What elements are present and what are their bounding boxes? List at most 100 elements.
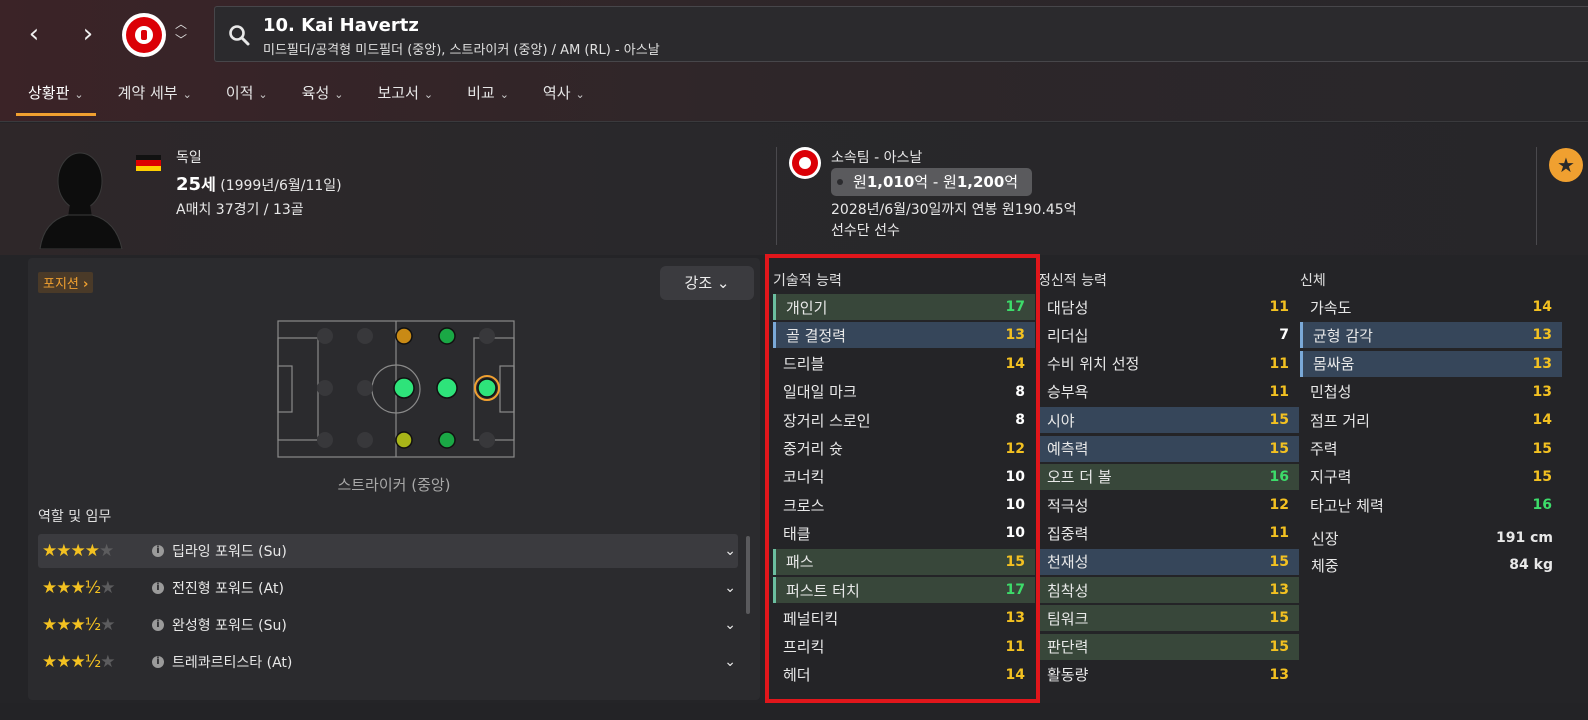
- attribute-row[interactable]: 태클 10: [773, 520, 1035, 546]
- position-dot: [438, 327, 456, 345]
- player-switcher[interactable]: ︿ ﹀: [172, 16, 190, 48]
- favourite-star-icon[interactable]: ★: [1549, 148, 1583, 182]
- attribute-name: 예측력: [1047, 440, 1089, 458]
- positions-link[interactable]: 포지션 ›: [38, 272, 94, 293]
- attribute-row[interactable]: 집중력 11: [1037, 520, 1299, 546]
- attribute-row[interactable]: 천재성 15: [1037, 548, 1299, 575]
- attribute-row[interactable]: 오프 더 볼 16: [1037, 463, 1299, 490]
- attribute-row[interactable]: 중거리 슛 12: [773, 436, 1035, 462]
- role-row[interactable]: ★★★★★ i 딥라잉 포워드 (Su) ⌄: [38, 534, 738, 568]
- tab-development[interactable]: 육성 ⌄: [290, 80, 356, 116]
- chevron-down-icon: ⌄: [716, 274, 730, 292]
- attribute-row[interactable]: 승부욕 11: [1037, 379, 1299, 405]
- star-rating: ★★★½★: [42, 578, 115, 598]
- attribute-value: 11: [1269, 355, 1289, 372]
- attribute-row[interactable]: 헤더 14: [773, 662, 1035, 688]
- attribute-row[interactable]: 골 결정력 13: [773, 322, 1035, 349]
- attribute-name: 코너킥: [783, 468, 825, 487]
- scrollbar[interactable]: [746, 536, 750, 614]
- attribute-value: 15: [1269, 610, 1289, 627]
- tab-transfer[interactable]: 이적 ⌄: [214, 80, 280, 116]
- attribute-row[interactable]: 퍼스트 터치 17: [773, 577, 1035, 603]
- header: ‹ › ︿ ﹀ 10. Kai Havertz 미드필더/공격형 미드필더 (중…: [0, 0, 1588, 122]
- attribute-row[interactable]: 가속도 14: [1300, 294, 1562, 320]
- club-crest-icon[interactable]: [789, 147, 821, 179]
- attribute-name: 수비 위치 선정: [1047, 355, 1140, 374]
- attribute-row[interactable]: 개인기 17: [773, 294, 1035, 320]
- attribute-row[interactable]: 균형 감각 13: [1300, 322, 1562, 349]
- attribute-row[interactable]: 코너킥 10: [773, 464, 1035, 490]
- club-badge[interactable]: [122, 13, 166, 57]
- position-dot: [395, 431, 413, 449]
- squad-status: 선수단 선수: [831, 223, 900, 239]
- chevron-down-icon[interactable]: ⌄: [724, 654, 736, 670]
- attribute-value: 13: [1532, 355, 1552, 372]
- search-bar[interactable]: 10. Kai Havertz 미드필더/공격형 미드필더 (중앙), 스트라이…: [214, 6, 1588, 62]
- attribute-value: 14: [1005, 666, 1025, 683]
- attribute-row[interactable]: 침착성 13: [1037, 577, 1299, 603]
- attribute-row[interactable]: 드리블 14: [773, 351, 1035, 377]
- chevron-down-icon[interactable]: ﹀: [172, 32, 190, 48]
- forward-button[interactable]: ›: [68, 14, 108, 54]
- attribute-row[interactable]: 리더십 7: [1037, 322, 1299, 348]
- attribute-name: 대담성: [1047, 298, 1089, 317]
- attribute-row[interactable]: 적극성 12: [1037, 492, 1299, 518]
- attribute-row[interactable]: 팀워크 15: [1037, 605, 1299, 632]
- attribute-row[interactable]: 주력 15: [1300, 436, 1562, 462]
- mental-title: 정신적 능력: [1038, 273, 1107, 289]
- attribute-value: 13: [1532, 327, 1552, 344]
- chevron-down-icon[interactable]: ⌄: [724, 617, 736, 633]
- attribute-row[interactable]: 민첩성 13: [1300, 379, 1562, 405]
- club-label[interactable]: 소속팀 - 아스날: [831, 147, 922, 167]
- attribute-name: 가속도: [1310, 298, 1352, 317]
- tab-overview[interactable]: 상황판 ⌄: [16, 80, 96, 116]
- attribute-row[interactable]: 몸싸움 13: [1300, 350, 1562, 377]
- highlight-dropdown[interactable]: 강조 ⌄: [660, 266, 754, 300]
- attribute-row[interactable]: 패스 15: [773, 548, 1035, 575]
- tab-reports[interactable]: 보고서 ⌄: [365, 80, 445, 116]
- attribute-value: 10: [1005, 525, 1025, 542]
- attribute-row[interactable]: 프리킥 11: [773, 634, 1035, 660]
- attribute-row[interactable]: 장거리 스로인 8: [773, 407, 1035, 433]
- attribute-name: 집중력: [1047, 524, 1089, 543]
- tab-history[interactable]: 역사 ⌄: [531, 80, 597, 116]
- attribute-row[interactable]: 지구력 15: [1300, 464, 1562, 490]
- attribute-row[interactable]: 수비 위치 선정 11: [1037, 351, 1299, 377]
- chevron-left-icon: ‹: [28, 19, 40, 49]
- back-button[interactable]: ‹: [14, 14, 54, 54]
- info-icon[interactable]: i: [152, 619, 164, 631]
- info-icon[interactable]: i: [152, 545, 164, 557]
- info-icon[interactable]: i: [152, 582, 164, 594]
- chevron-down-icon[interactable]: ⌄: [724, 580, 736, 596]
- tab-contract[interactable]: 계약 세부 ⌄: [106, 80, 204, 116]
- role-row[interactable]: ★★★½★ i 완성형 포워드 (Su) ⌄: [38, 608, 738, 642]
- player-info: 독일 25세 (1999년/6월/11일) A매치 37경기 / 13골 소속팀…: [0, 123, 1588, 255]
- role-row[interactable]: ★★★½★ i 전진형 포워드 (At) ⌄: [38, 571, 738, 605]
- role-row[interactable]: ★★★½★ i 트레콰르티스타 (At) ⌄: [38, 645, 738, 679]
- search-icon[interactable]: [227, 23, 251, 47]
- attribute-row[interactable]: 판단력 15: [1037, 633, 1299, 660]
- chevron-down-icon: ⌄: [258, 88, 268, 101]
- star-rating: ★★★★★: [42, 541, 114, 561]
- attribute-row[interactable]: 대담성 11: [1037, 294, 1299, 320]
- attribute-value: 14: [1532, 299, 1552, 315]
- attribute-value: 16: [1532, 497, 1552, 514]
- attribute-row[interactable]: 예측력 15: [1037, 435, 1299, 462]
- attribute-row[interactable]: 시야 15: [1037, 407, 1299, 434]
- attribute-row[interactable]: 페널티킥 13: [773, 605, 1035, 631]
- role-name: 전진형 포워드 (At): [172, 581, 284, 597]
- attribute-row[interactable]: 타고난 체력 16: [1300, 492, 1562, 518]
- info-icon[interactable]: i: [152, 656, 164, 668]
- chevron-down-icon[interactable]: ⌄: [724, 543, 736, 559]
- attribute-value: 11: [1005, 638, 1025, 655]
- attribute-value: 12: [1005, 440, 1025, 457]
- attribute-row[interactable]: 크로스 10: [773, 492, 1035, 518]
- attribute-row[interactable]: 점프 거리 14: [1300, 407, 1562, 433]
- attribute-row[interactable]: 일대일 마크 8: [773, 379, 1035, 405]
- chevron-up-icon[interactable]: ︿: [172, 16, 190, 32]
- attribute-name: 천재성: [1047, 553, 1089, 572]
- attribute-name: 장거리 스로인: [783, 411, 871, 430]
- attribute-value: 11: [1269, 383, 1289, 400]
- tab-compare[interactable]: 비교 ⌄: [455, 80, 521, 116]
- attribute-row[interactable]: 활동량 13: [1037, 662, 1299, 688]
